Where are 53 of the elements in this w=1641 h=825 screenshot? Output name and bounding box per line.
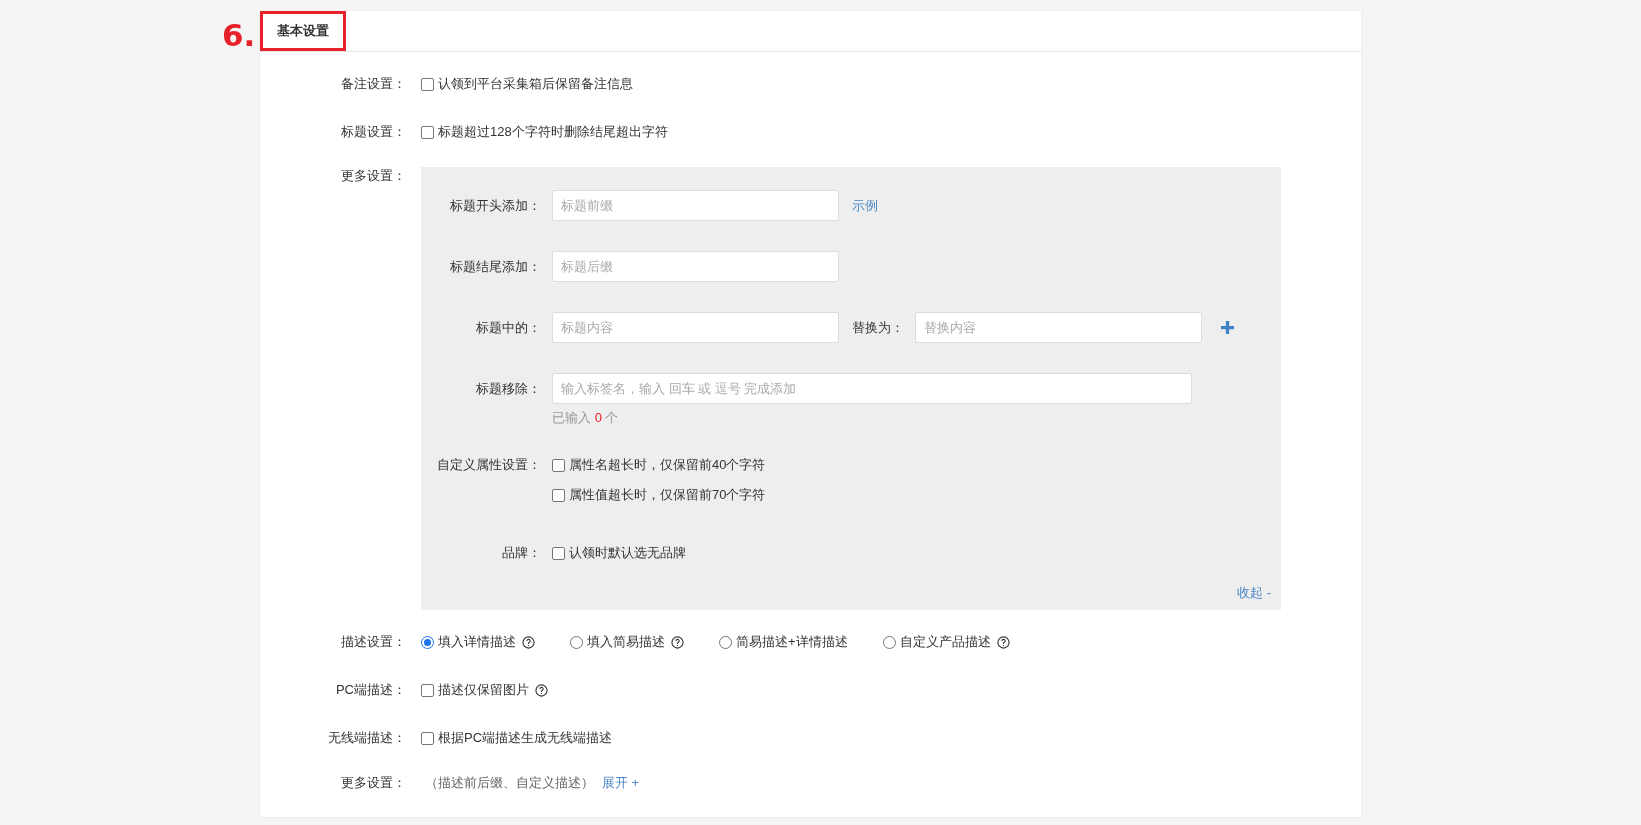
- setting-label: 描述设置：: [340, 633, 406, 651]
- input-field[interactable]: 标题前缀: [552, 190, 839, 221]
- checkbox-label: 认领时默认选无品牌: [569, 544, 686, 562]
- checkbox[interactable]: [552, 458, 565, 472]
- input-field[interactable]: 标题后缀: [552, 251, 839, 282]
- field-label: 标题移除：: [475, 380, 541, 398]
- radio-button[interactable]: [719, 635, 732, 649]
- checkbox[interactable]: [421, 731, 434, 745]
- hint-text: （描述前后缀、自定义描述）: [424, 774, 594, 792]
- radio-label: 自定义产品描述: [899, 633, 991, 651]
- field-label: 标题中的：: [475, 318, 541, 337]
- radio-button[interactable]: [570, 635, 583, 649]
- checkbox[interactable]: [421, 125, 434, 139]
- expand-link[interactable]: 展开 +: [602, 774, 640, 792]
- setting-label: 标题设置：: [340, 123, 406, 141]
- help-icon[interactable]: [535, 683, 548, 697]
- section-tab[interactable]: 基本设置: [260, 11, 346, 51]
- field-label: 标题开头添加：: [449, 196, 541, 215]
- checkbox-label: 属性名超长时，仅保留前40个字符: [569, 456, 766, 474]
- tag-input-field[interactable]: 输入标签名，输入 回车 或 逗号 完成添加: [552, 373, 1192, 404]
- field-label: 标题结尾添加：: [449, 257, 541, 276]
- checkbox-label: 描述仅保留图片: [438, 681, 529, 699]
- field-label: 替换为：: [852, 318, 904, 337]
- checkbox-label: 标题超过128个字符时删除结尾超出字符: [438, 123, 668, 141]
- help-icon[interactable]: [522, 635, 535, 649]
- help-icon[interactable]: [671, 635, 684, 649]
- checkbox-label: 认领到平台采集箱后保留备注信息: [438, 75, 633, 93]
- collapse-link[interactable]: 收起 -: [1237, 584, 1271, 602]
- help-icon[interactable]: [996, 635, 1010, 649]
- radio-label: 填入详情描述: [438, 633, 516, 651]
- checkbox[interactable]: [421, 683, 434, 697]
- setting-label: PC端描述：: [334, 681, 406, 699]
- setting-label: 更多设置：: [340, 774, 406, 792]
- setting-label: 无线端描述：: [327, 729, 406, 747]
- field-label: 品牌：: [501, 544, 541, 562]
- radio-label: 填入简易描述: [587, 633, 665, 651]
- radio-button[interactable]: [421, 635, 434, 649]
- checkbox[interactable]: [421, 77, 434, 91]
- field-label: 自定义属性设置：: [436, 456, 541, 474]
- setting-label: 更多设置：: [340, 167, 406, 185]
- radio-label: 简易描述+详情描述: [736, 633, 848, 651]
- radio-button[interactable]: [882, 635, 896, 649]
- example-link[interactable]: 示例: [852, 196, 878, 215]
- step-number: 6.: [222, 17, 257, 53]
- input-field[interactable]: 替换内容: [915, 312, 1202, 343]
- setting-label: 备注设置：: [340, 75, 406, 93]
- input-count: 已输入 0 个: [552, 409, 620, 427]
- checkbox[interactable]: [552, 488, 565, 502]
- checkbox[interactable]: [552, 546, 565, 560]
- checkbox-label: 属性值超长时，仅保留前70个字符: [569, 486, 766, 504]
- input-field[interactable]: 标题内容: [552, 312, 839, 343]
- checkbox-label: 根据PC端描述生成无线端描述: [438, 729, 613, 747]
- plus-icon[interactable]: [1221, 321, 1234, 334]
